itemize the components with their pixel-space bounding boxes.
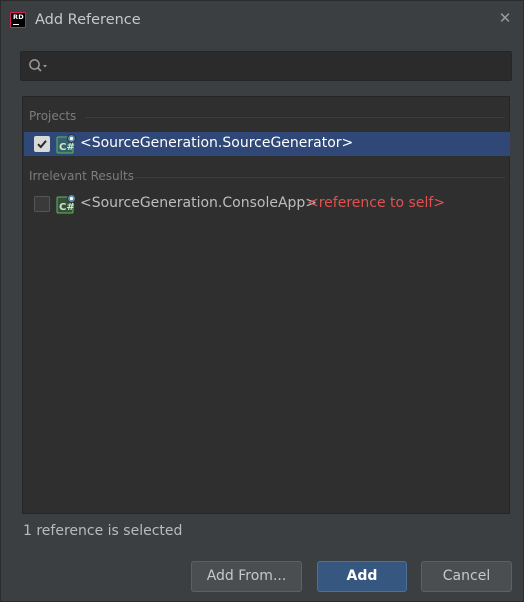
- reference-name: <SourceGeneration.ConsoleApp>: [80, 195, 318, 211]
- csharp-project-icon: C#: [56, 134, 76, 154]
- close-icon[interactable]: ✕: [496, 9, 514, 27]
- csharp-project-icon: C#: [56, 194, 76, 214]
- group-header-irrelevant-results: Irrelevant Results: [29, 169, 134, 183]
- add-button[interactable]: Add: [317, 561, 407, 592]
- add-from-button[interactable]: Add From...: [191, 561, 302, 592]
- cancel-button[interactable]: Cancel: [421, 561, 512, 592]
- checkmark-icon: [37, 140, 47, 149]
- svg-text:C#: C#: [59, 202, 75, 213]
- reference-list: Projects C# <SourceGeneration.SourceGene…: [22, 96, 510, 514]
- svg-text:C#: C#: [59, 142, 75, 153]
- reference-to-self-note: <reference to self>: [307, 195, 445, 211]
- dialog-title: Add Reference: [35, 12, 141, 28]
- list-item-source-generator[interactable]: C# <SourceGeneration.SourceGenerator>: [24, 132, 510, 156]
- reference-checkbox[interactable]: [34, 196, 50, 212]
- search-icon[interactable]: [28, 58, 50, 74]
- add-reference-dialog: RD Add Reference ✕ Projects C# <SourceGe…: [0, 0, 524, 602]
- rider-logo-icon: RD: [10, 12, 26, 28]
- group-separator: [135, 177, 505, 178]
- logo-text: RD: [13, 13, 24, 21]
- reference-name: <SourceGeneration.SourceGenerator>: [80, 135, 354, 151]
- search-field[interactable]: [20, 51, 512, 81]
- reference-checkbox[interactable]: [34, 136, 50, 152]
- group-separator: [85, 117, 505, 118]
- selection-status: 1 reference is selected: [23, 523, 183, 539]
- search-input[interactable]: [53, 55, 503, 77]
- group-header-projects: Projects: [29, 109, 77, 123]
- list-item-console-app[interactable]: C# <SourceGeneration.ConsoleApp> <refere…: [24, 192, 510, 216]
- title-bar: RD Add Reference ✕: [1, 1, 523, 41]
